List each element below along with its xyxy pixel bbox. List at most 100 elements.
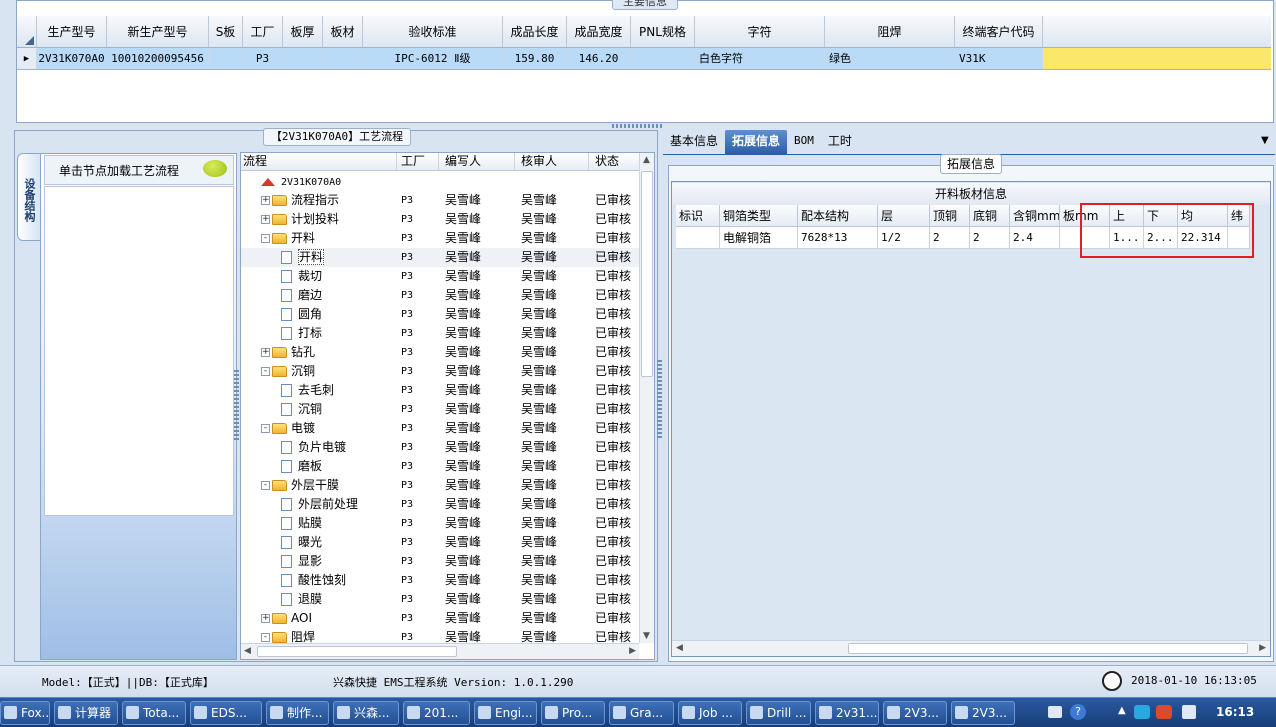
grid-hscroll-thumb[interactable] bbox=[848, 643, 1248, 654]
tree-scroll-thumb[interactable] bbox=[641, 171, 653, 377]
tree-node[interactable]: - 沉铜 bbox=[241, 362, 397, 381]
tree-node[interactable]: 打标 bbox=[241, 324, 397, 343]
grid-horizontal-scrollbar[interactable]: ◀ ▶ bbox=[672, 640, 1270, 656]
collapse-icon[interactable]: - bbox=[261, 234, 270, 243]
col-reviewer[interactable]: 核审人 bbox=[515, 153, 589, 170]
taskbar-button[interactable]: 201... bbox=[403, 701, 470, 725]
collapse-icon[interactable]: - bbox=[261, 367, 270, 376]
scroll-up-arrow-icon[interactable]: ▲ bbox=[643, 155, 650, 165]
select-all-corner[interactable] bbox=[17, 16, 37, 47]
taskbar-button[interactable]: Job ... bbox=[678, 701, 742, 725]
tree-node[interactable]: + 计划投料 bbox=[241, 210, 397, 229]
expand-icon[interactable]: + bbox=[261, 196, 270, 205]
col-s-board[interactable]: S板 bbox=[209, 16, 243, 47]
taskbar-button[interactable]: Engi... bbox=[474, 701, 537, 725]
gcol-foil-type[interactable]: 铜箔类型 bbox=[720, 205, 798, 227]
tab-extended-info[interactable]: 拓展信息 bbox=[725, 130, 788, 154]
keyboard-icon[interactable] bbox=[1048, 706, 1062, 718]
center-splitter-grip[interactable] bbox=[657, 360, 662, 440]
gcol-structure[interactable]: 配本结构 bbox=[798, 205, 878, 227]
taskbar-button[interactable]: Gra... bbox=[609, 701, 674, 725]
col-factory[interactable]: 工厂 bbox=[243, 16, 283, 47]
tree-row[interactable]: 磨板 P3 吴雪峰 吴雪峰 已审核 bbox=[241, 457, 641, 476]
taskbar-button[interactable]: 制作... bbox=[266, 701, 329, 725]
cell-legend[interactable]: 白色字符 bbox=[695, 48, 825, 69]
tree-node[interactable]: 退膜 bbox=[241, 590, 397, 609]
cell-material[interactable] bbox=[323, 48, 363, 69]
cell-model[interactable]: 2V31K070A0 bbox=[37, 48, 107, 69]
expand-icon[interactable]: + bbox=[261, 614, 270, 623]
tree-row[interactable]: 贴膜 P3 吴雪峰 吴雪峰 已审核 bbox=[241, 514, 641, 533]
tree-row[interactable]: 2V31K070A0 bbox=[241, 172, 641, 191]
tree-horizontal-scrollbar[interactable]: ◀ ▶ bbox=[241, 643, 639, 659]
gcol-layer[interactable]: 层 bbox=[878, 205, 930, 227]
gcell-bottom-copper[interactable]: 2 bbox=[970, 227, 1010, 249]
collapse-icon[interactable]: - bbox=[261, 633, 270, 642]
gcol-copper-mm[interactable]: 含铜mm bbox=[1010, 205, 1060, 227]
tree-node[interactable]: 酸性蚀刻 bbox=[241, 571, 397, 590]
cell-solder-mask[interactable]: 绿色 bbox=[825, 48, 955, 69]
tree-node[interactable]: + AOI bbox=[241, 609, 397, 628]
grid-scroll-left-icon[interactable]: ◀ bbox=[676, 643, 683, 653]
tree-node[interactable]: 磨板 bbox=[241, 457, 397, 476]
tree-row[interactable]: 显影 P3 吴雪峰 吴雪峰 已审核 bbox=[241, 552, 641, 571]
tray-app-icon[interactable] bbox=[1134, 705, 1150, 719]
tree-node[interactable]: + 流程指示 bbox=[241, 191, 397, 210]
help-icon[interactable]: ? bbox=[1070, 704, 1086, 720]
taskbar-button[interactable]: 计算器 bbox=[54, 701, 118, 725]
cell-factory[interactable]: P3 bbox=[243, 48, 283, 69]
col-new-model[interactable]: 新生产型号 bbox=[107, 16, 209, 47]
side-pane-list[interactable] bbox=[44, 186, 234, 516]
col-solder-mask[interactable]: 阻焊 bbox=[825, 16, 955, 47]
taskbar-button[interactable]: EDS... bbox=[190, 701, 262, 725]
tree-row[interactable]: + 计划投料 P3 吴雪峰 吴雪峰 已审核 bbox=[241, 210, 641, 229]
gcol-top-copper[interactable]: 顶铜 bbox=[930, 205, 970, 227]
expand-icon[interactable]: + bbox=[261, 215, 270, 224]
gcell-mark[interactable] bbox=[676, 227, 720, 249]
grid-scroll-right-icon[interactable]: ▶ bbox=[1259, 643, 1266, 653]
scroll-down-arrow-icon[interactable]: ▼ bbox=[643, 631, 650, 641]
tree-vertical-scrollbar[interactable]: ▲ ▼ bbox=[639, 153, 654, 643]
collapse-icon[interactable]: - bbox=[261, 424, 270, 433]
tree-node[interactable]: 2V31K070A0 bbox=[241, 172, 397, 191]
tree-row[interactable]: - 外层干膜 P3 吴雪峰 吴雪峰 已审核 bbox=[241, 476, 641, 495]
process-tree[interactable]: 流程 工厂 编写人 核审人 状态 2V31K070A0 + 流程指示 P3 吴雪峰 吴雪峰… bbox=[240, 152, 655, 660]
tab-basic-info[interactable]: 基本信息 bbox=[663, 130, 725, 154]
tree-row[interactable]: 沉铜 P3 吴雪峰 吴雪峰 已审核 bbox=[241, 400, 641, 419]
tree-hscroll-thumb[interactable] bbox=[257, 646, 457, 657]
tree-node[interactable]: 外层前处理 bbox=[241, 495, 397, 514]
gcell-top-copper[interactable]: 2 bbox=[930, 227, 970, 249]
tabs-dropdown-icon[interactable]: ▼ bbox=[1261, 135, 1269, 146]
tree-node[interactable]: 裁切 bbox=[241, 267, 397, 286]
tree-node[interactable]: 磨边 bbox=[241, 286, 397, 305]
gcell-foil-type[interactable]: 电解铜箔 bbox=[720, 227, 798, 249]
side-pane-header[interactable]: 单击节点加载工艺流程 bbox=[44, 155, 234, 185]
taskbar-button[interactable]: 兴森... bbox=[333, 701, 399, 725]
gcell-layer[interactable]: 1/2 bbox=[878, 227, 930, 249]
taskbar-button[interactable]: Tota... bbox=[122, 701, 186, 725]
tree-row[interactable]: 圆角 P3 吴雪峰 吴雪峰 已审核 bbox=[241, 305, 641, 324]
tree-row[interactable]: 打标 P3 吴雪峰 吴雪峰 已审核 bbox=[241, 324, 641, 343]
tree-row[interactable]: 酸性蚀刻 P3 吴雪峰 吴雪峰 已审核 bbox=[241, 571, 641, 590]
cell-pnl[interactable] bbox=[631, 48, 695, 69]
col-length[interactable]: 成品长度 bbox=[503, 16, 567, 47]
col-writer[interactable]: 编写人 bbox=[439, 153, 515, 170]
tray-app-icon-2[interactable] bbox=[1156, 705, 1172, 719]
col-pnl[interactable]: PNL规格 bbox=[631, 16, 695, 47]
tree-node[interactable]: 曝光 bbox=[241, 533, 397, 552]
cell-standard[interactable]: IPC-6012 Ⅱ级 bbox=[363, 48, 503, 69]
tree-row[interactable]: - 沉铜 P3 吴雪峰 吴雪峰 已审核 bbox=[241, 362, 641, 381]
tree-row[interactable]: 磨边 P3 吴雪峰 吴雪峰 已审核 bbox=[241, 286, 641, 305]
taskbar-button[interactable]: Drill ... bbox=[746, 701, 811, 725]
gcell-copper-mm[interactable]: 2.4 bbox=[1010, 227, 1060, 249]
tree-node[interactable]: 负片电镀 bbox=[241, 438, 397, 457]
col-tree-factory[interactable]: 工厂 bbox=[397, 153, 439, 170]
tree-node[interactable]: 贴膜 bbox=[241, 514, 397, 533]
cell-width[interactable]: 146.20 bbox=[567, 48, 631, 69]
col-flow[interactable]: 流程 bbox=[241, 153, 397, 170]
left-splitter-grip[interactable] bbox=[234, 370, 239, 440]
tree-row[interactable]: 曝光 P3 吴雪峰 吴雪峰 已审核 bbox=[241, 533, 641, 552]
tab-equipment-structure[interactable]: 设备结构 bbox=[17, 153, 41, 241]
tree-row[interactable]: 负片电镀 P3 吴雪峰 吴雪峰 已审核 bbox=[241, 438, 641, 457]
tree-node[interactable]: 开料 bbox=[241, 248, 397, 267]
